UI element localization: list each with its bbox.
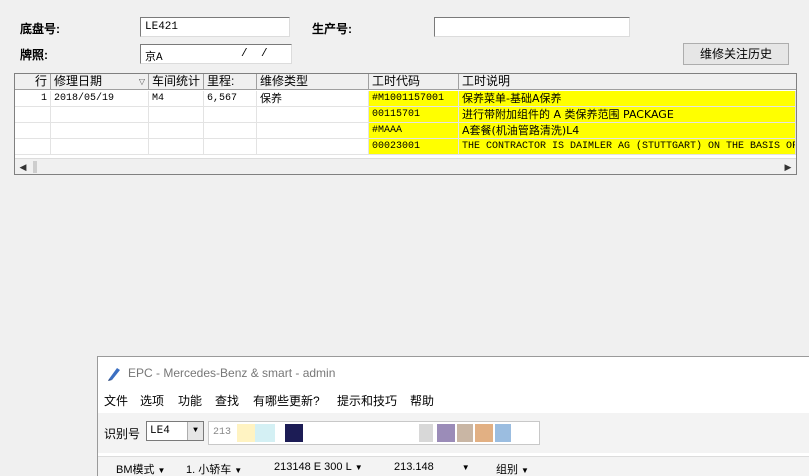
redaction-blur [419,424,433,442]
cell-labor-desc: 保养菜单-基础A保养 [459,91,796,107]
table-row[interactable]: 00115701 进行带附加组件的 A 类保养范围 PACKAGE [15,107,796,123]
redaction-blur [457,424,473,442]
cell-labor-code: 00115701 [369,107,459,123]
sort-arrow-icon: ▽ [138,77,145,86]
redaction-blur [475,424,493,442]
column-header-row[interactable]: 行 [15,74,51,90]
cell-type: 保养 [257,91,369,107]
cell-date [51,107,149,123]
cell-labor-desc: 进行带附加组件的 A 类保养范围 PACKAGE [459,107,796,123]
column-header-type[interactable]: 维修类型 [257,74,369,90]
scroll-left-icon[interactable]: ◀ [15,159,31,175]
chassis-label: 底盘号: [20,22,60,36]
column-header-mileage[interactable]: 里程: [204,74,257,90]
epc-toolbar: 识别号 LE4 ▼ 213 [98,413,809,453]
redaction-blur [255,424,275,442]
horizontal-scrollbar[interactable]: ◀ ▶ [15,158,796,174]
production-label: 生产号: [312,22,352,36]
chassis-input[interactable]: LE421 [140,17,290,37]
production-input[interactable] [434,17,630,37]
id-label: 识别号 [104,427,141,441]
cell-row [15,123,51,139]
cell-workshop [149,123,204,139]
plate-label: 牌照: [20,48,48,62]
cell-labor-desc: A套餐(机油管路清洗)L4 [459,123,796,139]
cell-workshop [149,107,204,123]
cell-date [51,139,149,155]
scroll-right-icon[interactable]: ▶ [780,159,796,175]
cell-workshop: M4 [149,91,204,107]
column-header-date[interactable]: 修理日期 ▽ [51,74,149,90]
dropdown-arrow-icon: ▼ [157,466,166,475]
cell-type [257,107,369,123]
column-header-labor-code[interactable]: 工时代码 [369,74,459,90]
cell-date [51,123,149,139]
status-group[interactable]: 组别 ▼ [496,461,529,476]
menu-help[interactable]: 帮助 [410,392,434,409]
plate-separator: / [261,48,268,60]
redaction-blur [285,424,303,442]
redaction-blur [237,424,255,442]
column-header-workshop[interactable]: 车间统计 [149,74,204,90]
epc-title-bar: EPC - Mercedes-Benz & smart - admin [98,357,809,389]
status-model[interactable]: 213148 E 300 L ▼ [274,461,363,473]
cell-workshop [149,139,204,155]
menu-search[interactable]: 查找 [215,392,239,409]
status-category[interactable]: 1. 小轿车 ▼ [186,461,242,476]
scrollbar-thumb[interactable] [33,161,37,173]
cell-labor-code: #MAAA [369,123,459,139]
column-header-labor-desc[interactable]: 工时说明 [459,74,796,90]
epc-status-bar: BM模式 ▼ 1. 小轿车 ▼ 213148 E 300 L ▼ 213.148 ▼ 组… [98,456,809,476]
table-row[interactable]: 00023001 THE CONTRACTOR IS DAIMLER AG (S… [15,139,796,155]
status-code[interactable]: 213.148 ▼ [394,461,470,473]
cell-mileage: 6,567 [204,91,257,107]
cell-labor-desc: THE CONTRACTOR IS DAIMLER AG (STUTTGART)… [459,139,796,155]
plate-input[interactable]: 京A / / [140,44,292,64]
cell-row: 1 [15,91,51,107]
cell-date: 2018/05/19 [51,91,149,107]
cell-mileage [204,107,257,123]
epc-window-title: EPC - Mercedes-Benz & smart - admin [128,366,336,380]
maintenance-history-button[interactable]: 维修关注历史 [683,43,789,65]
chevron-down-icon[interactable]: ▼ [187,422,203,440]
grid-header: 行 修理日期 ▽ 车间统计 里程: 维修类型 工时代码 工时说明 [15,74,796,90]
cell-labor-code: #M1001157001 [369,91,459,107]
menu-options[interactable]: 选项 [140,392,164,409]
dropdown-arrow-icon: ▼ [521,466,529,475]
cell-mileage [204,139,257,155]
dropdown-arrow-icon: ▼ [461,463,470,472]
epc-menu-bar: 文件 选项 功能 查找 有哪些更新? 提示和技巧 帮助 [98,389,809,411]
cell-type [257,139,369,155]
menu-tips[interactable]: 提示和技巧 [337,392,397,409]
menu-updates[interactable]: 有哪些更新? [253,392,320,409]
redaction-blur [437,424,455,442]
table-row[interactable]: 1 2018/05/19 M4 6,567 保养 #M1001157001 保养… [15,91,796,107]
id-type-select[interactable]: LE4 ▼ [146,421,204,441]
epc-window: EPC - Mercedes-Benz & smart - admin 文件 选… [97,356,809,476]
cell-labor-code: 00023001 [369,139,459,155]
cell-mileage [204,123,257,139]
epc-app-icon [108,368,120,381]
cell-type [257,123,369,139]
menu-file[interactable]: 文件 [104,392,128,409]
cell-row [15,107,51,123]
dropdown-arrow-icon: ▼ [234,466,243,475]
plate-prefix: 京A [145,52,163,64]
plate-separator: / [241,48,248,60]
maintenance-grid: 行 修理日期 ▽ 车间统计 里程: 维修类型 工时代码 工时说明 1 2018/… [14,73,797,175]
id-number-input[interactable]: 213 [208,421,540,445]
status-mode[interactable]: BM模式 ▼ [116,461,165,476]
redaction-blur [495,424,511,442]
menu-functions[interactable]: 功能 [178,392,202,409]
table-row[interactable]: #MAAA A套餐(机油管路清洗)L4 [15,123,796,139]
dropdown-arrow-icon: ▼ [354,463,363,472]
cell-row [15,139,51,155]
